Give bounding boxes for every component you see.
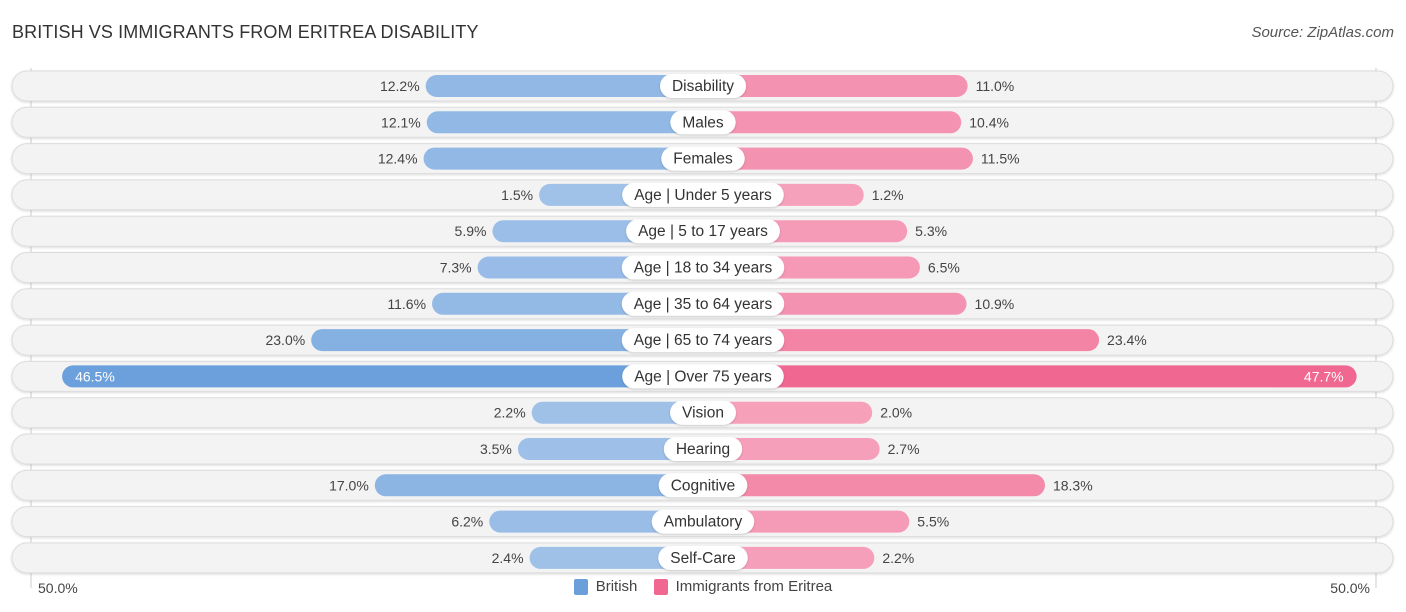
chart-row: 11.6% 10.9% Age | 35 to 64 years — [11, 288, 1394, 320]
bar-eritrea[interactable] — [703, 474, 1045, 497]
value-label-british: 23.0% — [265, 332, 305, 348]
value-label-eritrea: 18.3% — [1053, 477, 1093, 493]
bar-eritrea[interactable] — [703, 111, 962, 134]
value-label-british: 17.0% — [329, 477, 369, 493]
category-label-text: Cognitive — [671, 477, 736, 494]
category-label-text: Age | 5 to 17 years — [638, 223, 768, 240]
chart-row: 3.5% 2.7% Hearing — [11, 433, 1394, 465]
category-label-text: Age | 65 to 74 years — [634, 332, 773, 349]
category-label: Self-Care — [658, 545, 748, 570]
legend-label-eritrea: Immigrants from Eritrea — [675, 578, 833, 595]
value-label-british: 2.4% — [492, 550, 524, 566]
chart-row: 12.1% 10.4% Males — [11, 106, 1394, 138]
category-label: Age | 65 to 74 years — [621, 328, 785, 353]
chart-row: 46.5% 47.7% Age | Over 75 years — [11, 360, 1394, 392]
category-label: Females — [661, 146, 745, 171]
value-label-eritrea: 6.5% — [928, 260, 960, 276]
chart-row: 2.4% 2.2% Self-Care — [11, 542, 1394, 574]
category-label-text: Age | Under 5 years — [634, 187, 772, 204]
value-label-eritrea: 2.7% — [888, 441, 920, 457]
bar-british[interactable] — [426, 111, 703, 134]
value-label-british: 2.2% — [494, 405, 526, 421]
value-label-british: 7.3% — [440, 260, 472, 276]
value-label-british: 6.2% — [451, 514, 483, 530]
chart-row: 23.0% 23.4% Age | 65 to 74 years — [11, 324, 1394, 356]
bar-eritrea[interactable] — [703, 365, 1357, 388]
category-label: Age | 5 to 17 years — [626, 219, 780, 244]
chart-row: 12.2% 11.0% Disability — [11, 70, 1394, 102]
category-label-text: Females — [673, 151, 733, 168]
category-label: Disability — [659, 74, 747, 98]
chart-row: 2.2% 2.0% Vision — [11, 397, 1394, 429]
category-label: Cognitive — [658, 473, 748, 498]
value-label-eritrea: 2.2% — [882, 550, 914, 566]
value-label-british: 12.2% — [380, 78, 420, 94]
value-label-eritrea: 11.0% — [976, 78, 1015, 94]
category-label: Age | 35 to 64 years — [621, 291, 785, 316]
chart-svg: 12.2% 11.0% Disability 12.1% 10.4% Males 12.4%… — [11, 68, 1394, 588]
category-label: Ambulatory — [651, 509, 755, 534]
category-label-text: Self-Care — [670, 550, 735, 567]
category-label-text: Vision — [682, 405, 724, 422]
value-label-british: 12.4% — [378, 151, 418, 167]
value-label-eritrea: 11.5% — [981, 151, 1020, 167]
legend: British Immigrants from Eritrea — [0, 578, 1406, 599]
chart-row: 6.2% 5.5% Ambulatory — [11, 506, 1394, 538]
legend-label-british: British — [595, 578, 638, 595]
chart-row: 1.5% 1.2% Age | Under 5 years — [11, 179, 1394, 211]
category-label: Males — [670, 110, 736, 135]
bar-british[interactable] — [374, 474, 703, 497]
value-label-british: 5.9% — [455, 223, 487, 239]
category-label: Vision — [670, 400, 736, 425]
chart-row: 7.3% 6.5% Age | 18 to 34 years — [11, 252, 1394, 283]
legend-swatch-eritrea — [653, 578, 668, 595]
chart-row: 12.4% 11.5% Females — [11, 143, 1394, 175]
chart-row: 17.0% 18.3% Cognitive — [11, 469, 1394, 501]
value-label-eritrea: 47.7% — [1304, 368, 1344, 384]
legend-swatch-british — [573, 578, 588, 595]
category-label-text: Hearing — [676, 441, 730, 458]
chart-rows: 12.2% 11.0% Disability 12.1% 10.4% Males 12.4%… — [11, 70, 1394, 574]
value-label-british: 12.1% — [381, 114, 421, 130]
category-label: Age | 18 to 34 years — [621, 255, 785, 280]
value-label-eritrea: 2.0% — [880, 405, 912, 421]
value-label-british: 3.5% — [480, 441, 512, 457]
category-label-text: Age | Over 75 years — [634, 368, 772, 385]
value-label-british: 46.5% — [75, 368, 115, 384]
category-label: Age | Under 5 years — [622, 182, 784, 207]
value-label-british: 1.5% — [501, 187, 533, 203]
category-label-text: Males — [682, 114, 724, 131]
value-label-eritrea: 5.3% — [915, 223, 947, 239]
bar-british[interactable] — [62, 365, 704, 388]
category-label-text: Age | 18 to 34 years — [634, 260, 773, 277]
value-label-eritrea: 5.5% — [917, 514, 949, 530]
value-label-british: 11.6% — [387, 296, 426, 312]
value-label-eritrea: 10.4% — [969, 114, 1009, 130]
legend-item-british[interactable]: British — [573, 578, 638, 595]
category-label-text: Ambulatory — [664, 514, 743, 531]
category-label-text: Age | 35 to 64 years — [634, 296, 773, 313]
value-label-eritrea: 1.2% — [872, 187, 904, 203]
chart-row: 5.9% 5.3% Age | 5 to 17 years — [11, 215, 1394, 247]
legend-item-eritrea[interactable]: Immigrants from Eritrea — [653, 578, 833, 595]
value-label-eritrea: 10.9% — [975, 296, 1015, 312]
bar-british[interactable] — [423, 147, 703, 170]
category-label: Hearing — [663, 437, 743, 461]
value-label-eritrea: 23.4% — [1107, 332, 1147, 348]
category-label: Age | Over 75 years — [622, 364, 784, 389]
category-label-text: Disability — [672, 78, 734, 95]
